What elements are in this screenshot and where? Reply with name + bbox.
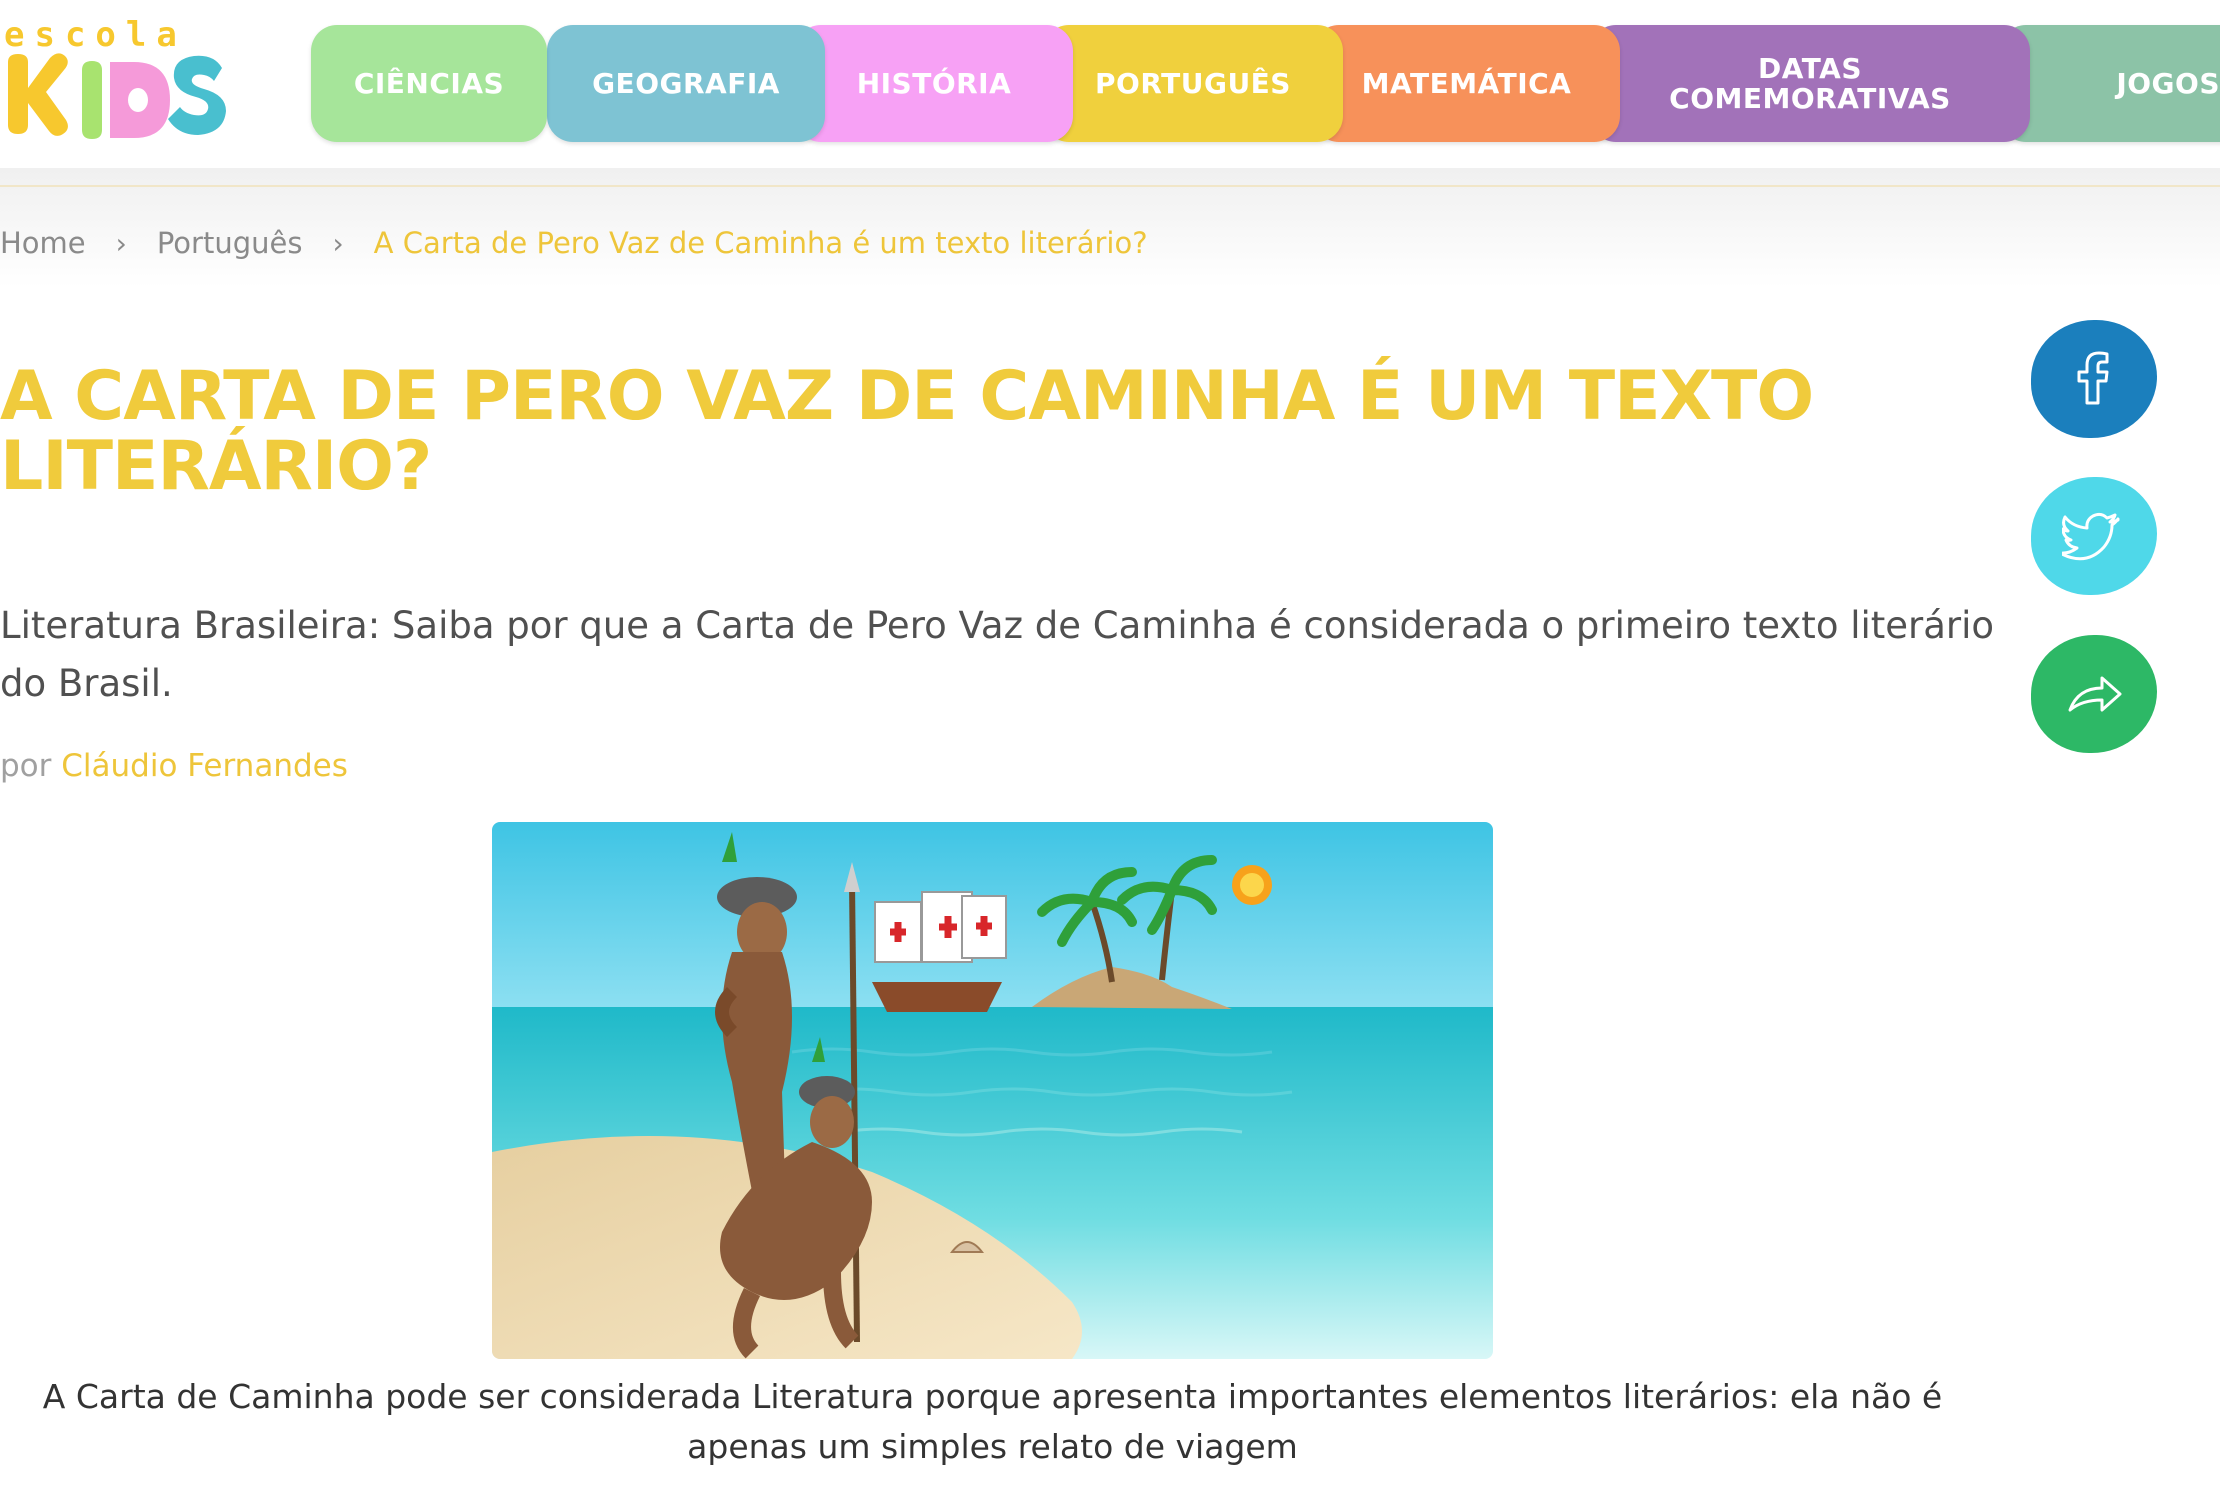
- header-divider: [0, 185, 2220, 187]
- nav-tab-jogos[interactable]: JOGOS: [2000, 25, 2220, 142]
- article-subtitle: Literatura Brasileira: Saiba por que a C…: [0, 604, 1995, 705]
- breadcrumb-separator: ›: [332, 226, 344, 260]
- author-line: por Cláudio Fernandes: [0, 748, 348, 784]
- escola-kids-logo[interactable]: escola: [0, 10, 230, 160]
- twitter-icon: [2062, 512, 2120, 561]
- breadcrumb: Home › Português › A Carta de Pero Vaz d…: [0, 223, 1148, 263]
- breadcrumb-home[interactable]: Home: [0, 226, 86, 260]
- facebook-icon: [2077, 351, 2109, 405]
- nav-tab-portugues[interactable]: PORTUGUÊS: [1043, 25, 1343, 142]
- share-arrow-icon: [2068, 676, 2122, 712]
- share-button[interactable]: [2031, 635, 2157, 753]
- nav-tab-ciencias[interactable]: CIÊNCIAS: [311, 25, 547, 142]
- breadcrumb-separator: ›: [115, 226, 127, 260]
- nav-tab-datas-comemorativas[interactable]: DATAS COMEMORATIVAS: [1590, 25, 2030, 142]
- author-link[interactable]: Cláudio Fernandes: [61, 748, 348, 784]
- image-caption: A Carta de Caminha pode ser considerada …: [42, 1377, 1943, 1466]
- logo-escola-text: escola: [4, 15, 187, 55]
- breadcrumb-current: A Carta de Pero Vaz de Caminha é um text…: [373, 226, 1148, 260]
- twitter-share-button[interactable]: [2031, 477, 2157, 595]
- main-nav: CIÊNCIAS GEOGRAFIA HISTÓRIA PORTUGUÊS MA…: [311, 25, 2220, 142]
- nav-tab-geografia[interactable]: GEOGRAFIA: [547, 25, 825, 142]
- author-prefix: por: [0, 748, 52, 784]
- breadcrumb-category[interactable]: Português: [157, 226, 303, 260]
- page-title: A CARTA DE PERO VAZ DE CAMINHA É UM TEXT…: [0, 357, 1814, 506]
- nav-tab-matematica[interactable]: MATEMÁTICA: [1313, 25, 1620, 142]
- nav-tab-historia[interactable]: HISTÓRIA: [795, 25, 1073, 142]
- facebook-share-button[interactable]: [2031, 320, 2157, 438]
- article-illustration: [492, 822, 1493, 1359]
